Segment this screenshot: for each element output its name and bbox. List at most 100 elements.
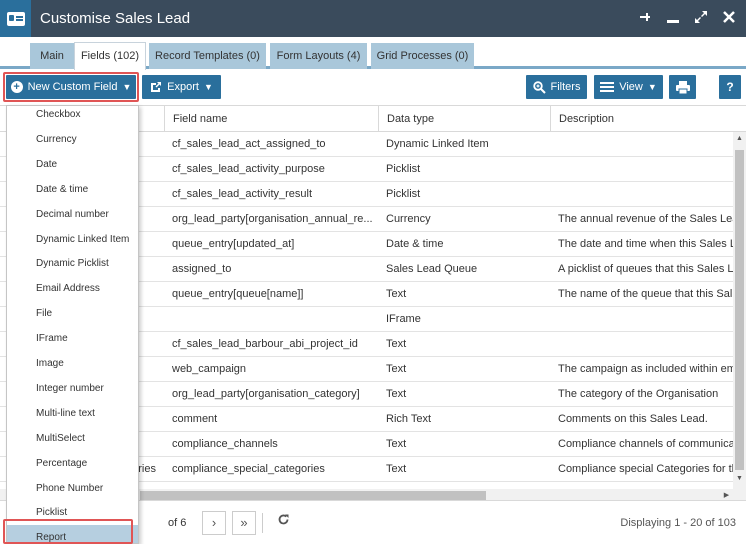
maximize-icon[interactable] [692,9,710,27]
menu-item-email-address[interactable]: Email Address [7,276,138,301]
cell-data-type: Rich Text [386,413,432,425]
menu-item-integer-number[interactable]: Integer number [7,376,138,401]
column-header-description[interactable]: Description [550,106,733,132]
displaying-text: Displaying 1 - 20 of 103 [620,517,736,529]
cell-description [550,157,733,182]
menu-item-date-time[interactable]: Date & time [7,177,138,202]
menu-item-checkbox[interactable]: Checkbox [7,106,138,127]
cell-description: Compliance channels of communica [558,438,733,450]
next-page-button[interactable]: › [202,511,226,535]
cell-field-name: cf_sales_lead_activity_result [172,188,313,200]
cell-data-type: Sales Lead Queue [386,263,478,275]
cell-field-name: comment [172,413,218,425]
minimize-icon[interactable] [664,9,682,27]
last-page-button[interactable]: » [232,511,256,535]
cell-description: The category of the Organisation [558,388,719,400]
cell-description: The date and time when this Sales Le [558,238,733,250]
tab-form-layouts[interactable]: Form Layouts (4) [270,43,367,69]
filters-button[interactable]: Filters [526,75,587,99]
cell-field-name [164,307,378,332]
cell-description: The name of the queue that this Sal [558,288,733,300]
menu-item-image[interactable]: Image [7,351,138,376]
cell-data-type: Currency [386,213,431,225]
cell-description: A picklist of queues that this Sales L [558,263,733,275]
menu-item-dynamic-picklist[interactable]: Dynamic Picklist [7,251,138,276]
scroll-up-icon[interactable]: ▲ [733,132,746,146]
chevron-right-icon: › [211,515,217,530]
divider [262,513,263,533]
menu-item-multiselect[interactable]: MultiSelect [7,426,138,451]
help-icon: ? [726,80,734,94]
cell-field-name: cf_sales_lead_activity_purpose [172,163,325,175]
refresh-icon [278,514,288,525]
toolbar: + New Custom Field ▼ Export ▼ Filters Vi… [0,72,746,104]
menu-item-date[interactable]: Date [7,152,138,177]
cell-field-name: queue_entry[updated_at] [172,238,295,250]
title-bar: Customise Sales Lead [0,0,746,37]
print-button[interactable] [669,75,696,99]
cell-field-name: assigned_to [172,263,232,275]
new-custom-field-menu: Checkbox Currency Date Date & time Decimal n… [6,105,139,544]
print-icon [675,80,690,94]
cell-description [550,182,733,207]
search-icon [532,80,546,94]
cell-data-type: Text [386,388,407,400]
tab-grid-processes[interactable]: Grid Processes (0) [371,43,474,69]
cell-data-type: Text [386,288,407,300]
cell-description [550,132,733,157]
help-button[interactable]: ? [719,75,741,99]
menu-item-phone-number[interactable]: Phone Number [7,476,138,501]
highlight-new-custom-field [3,72,139,102]
scrollbar-thumb[interactable] [140,491,486,500]
export-icon [151,82,162,92]
tab-record-templates[interactable]: Record Templates (0) [149,43,266,69]
cell-field-name: org_lead_party[organisation_category] [172,388,360,400]
cell-description: Compliance special Categories for th [558,463,733,475]
cell-data-type: Dynamic Linked Item [386,138,489,150]
menu-item-decimal-number[interactable]: Decimal number [7,202,138,227]
cell-field-name: queue_entry[queue[name]] [172,288,304,300]
cell-data-type: Text [386,463,407,475]
tab-main[interactable]: Main [30,43,74,69]
highlight-report [3,519,133,544]
chevron-down-icon: ▼ [203,82,213,92]
menu-item-percentage[interactable]: Percentage [7,451,138,476]
list-icon [600,82,615,92]
menu-item-dynamic-linked-item[interactable]: Dynamic Linked Item [7,227,138,252]
cell-data-type: IFrame [386,313,421,325]
cell-description: The annual revenue of the Sales Lea [558,213,733,225]
export-button[interactable]: Export ▼ [142,75,221,99]
window-title: Customise Sales Lead [40,10,191,27]
menu-item-currency[interactable]: Currency [7,127,138,152]
refresh-button[interactable] [271,511,295,535]
view-button[interactable]: View ▼ [594,75,663,99]
cell-field-name: cf_sales_lead_barbour_abi_project_id [172,338,358,350]
cell-data-type: Date & time [386,238,444,250]
cell-description: The campaign as included within em [558,363,733,375]
scrollbar-thumb[interactable] [735,150,744,470]
cell-data-type: Text [386,338,407,350]
cell-field-name: org_lead_party[organisation_annual_re... [172,213,373,225]
page-count: of 6 [168,517,187,529]
tab-strip: Main Fields (102) Record Templates (0) F… [0,37,746,70]
scroll-down-icon[interactable]: ▼ [733,472,746,486]
column-header-data-type[interactable]: Data type [378,106,550,132]
cell-data-type: Text [386,438,407,450]
cell-field-name: compliance_special_categories [172,463,325,475]
tab-fields[interactable]: Fields (102) [74,42,146,70]
cell-data-type: Picklist [386,188,421,200]
cell-field-name: web_campaign [172,363,246,375]
chevron-down-icon: ▼ [647,82,657,92]
cell-description: Comments on this Sales Lead. [558,413,708,425]
menu-item-multi-line-text[interactable]: Multi-line text [7,401,138,426]
pin-icon[interactable] [636,9,654,27]
cell-field-name: compliance_channels [172,438,278,450]
close-icon[interactable] [720,9,738,27]
menu-item-iframe[interactable]: IFrame [7,326,138,351]
vertical-scrollbar[interactable]: ▲ ▼ [733,132,746,501]
contact-card-icon [0,0,31,37]
menu-item-file[interactable]: File [7,301,138,326]
cell-description [550,307,733,332]
column-header-field-name[interactable]: Field name [164,106,378,132]
cell-field-name: cf_sales_lead_act_assigned_to [172,138,326,150]
